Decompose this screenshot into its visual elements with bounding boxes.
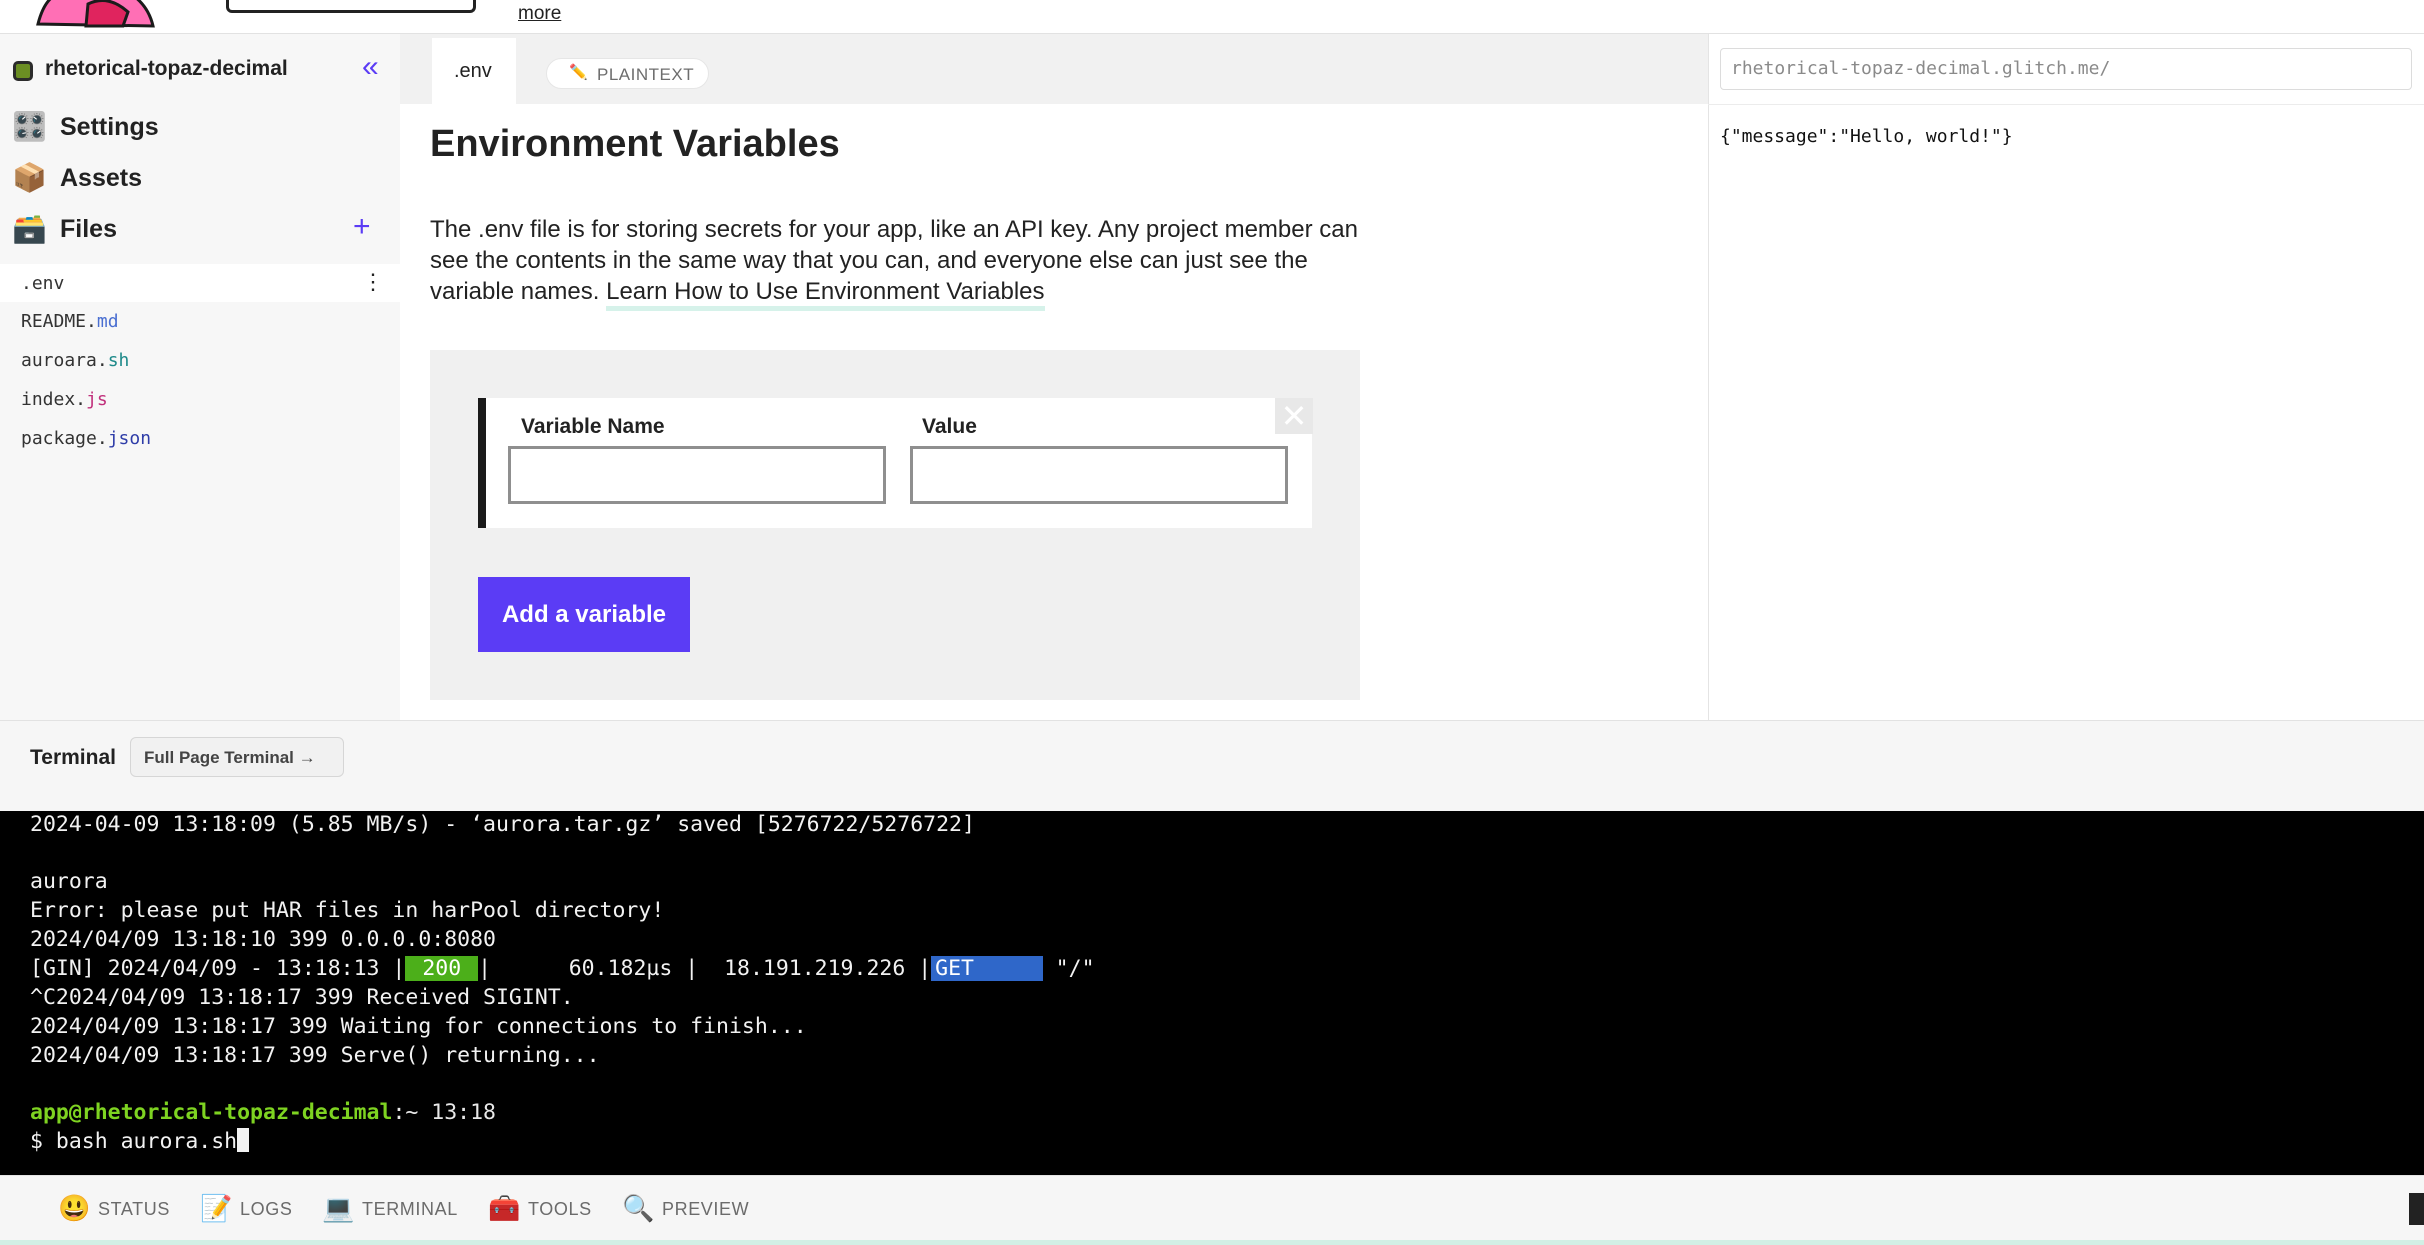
variable-value-input[interactable]	[910, 446, 1288, 504]
file-extension: sh	[107, 350, 130, 371]
gin-prefix: [GIN] 2024/04/09 - 13:18:13 |	[30, 956, 406, 981]
env-description: The .env file is for storing secrets for…	[430, 214, 1370, 311]
prompt-time: :~ 13:18	[392, 1100, 496, 1125]
project-avatar[interactable]	[13, 61, 33, 81]
bottom-item-label: PREVIEW	[662, 1199, 750, 1219]
sidebar-item-label: Assets	[60, 164, 142, 192]
preview-divider	[1708, 104, 2424, 105]
tools-button[interactable]: 🧰 TOOLS	[488, 1189, 598, 1229]
pencil-icon: ✏️	[569, 64, 588, 81]
top-search-input[interactable]	[226, 0, 476, 13]
preview-icon: 🔍	[622, 1193, 655, 1223]
terminal-line: 2024/04/09 13:18:17 399 Serve() returnin…	[30, 1043, 600, 1068]
sidebar-item-label: Files	[60, 215, 117, 243]
add-variable-button[interactable]: Add a variable	[478, 577, 690, 652]
gin-timing: | 60.182µs | 18.191.219.226 |	[478, 956, 932, 981]
terminal-line: 2024/04/09 13:18:10 399 0.0.0.0:8080	[30, 927, 496, 952]
terminal-button[interactable]: 💻 TERMINAL	[322, 1189, 462, 1229]
language-mode-label: PLAINTEXT	[597, 65, 695, 84]
files-icon: 🗃️	[12, 213, 47, 244]
sidebar-item-files[interactable]: 🗃️ Files	[0, 206, 400, 252]
language-mode-button[interactable]: ✏️ PLAINTEXT	[546, 58, 709, 89]
terminal-line: 2024-04-09 13:18:09 (5.85 MB/s) - ‘auror…	[30, 812, 975, 837]
terminal-header	[0, 720, 2424, 811]
terminal-line: ^C2024/04/09 13:18:17 399 Received SIGIN…	[30, 985, 574, 1010]
full-page-terminal-label: Full Page Terminal →	[144, 748, 316, 767]
terminal-cursor	[237, 1128, 250, 1152]
terminal-command: $ bash aurora.sh	[30, 1129, 238, 1154]
terminal-command-line: $ bash aurora.sh	[30, 1128, 250, 1156]
file-extension: js	[86, 389, 108, 410]
terminal-line: 2024/04/09 13:18:17 399 Waiting for conn…	[30, 1014, 807, 1039]
tab-label[interactable]: .env	[454, 60, 492, 83]
sidebar-item-label: Settings	[60, 113, 159, 141]
file-item-readme[interactable]: README.md	[0, 302, 400, 340]
collapse-sidebar-icon[interactable]: «	[362, 50, 379, 84]
bottom-item-label: LOGS	[240, 1199, 293, 1219]
file-item-auroara[interactable]: auroara.sh	[0, 341, 400, 379]
page-title: Environment Variables	[430, 123, 840, 165]
variable-name-label: Variable Name	[521, 415, 665, 438]
preview-url-text: rhetorical-topaz-decimal.glitch.me/	[1731, 58, 2111, 79]
terminal-prompt: app@rhetorical-topaz-decimal:~ 13:18	[30, 1099, 496, 1127]
remove-variable-icon[interactable]: ✕	[1275, 398, 1313, 434]
project-name[interactable]: rhetorical-topaz-decimal	[45, 57, 288, 81]
file-extension: md	[96, 311, 119, 332]
file-name: README.	[21, 311, 97, 332]
learn-env-link[interactable]: Learn How to Use Environment Variables	[606, 278, 1045, 311]
panel-toggle-icon[interactable]	[2409, 1193, 2424, 1225]
glitch-logo-art	[36, 0, 155, 28]
bottom-item-label: TOOLS	[528, 1199, 592, 1219]
more-link[interactable]: more	[518, 3, 561, 25]
logs-icon: 📝	[200, 1193, 233, 1223]
http-method-badge: GET	[931, 956, 1043, 981]
file-name: index.	[21, 389, 87, 410]
status-badge: 200	[405, 956, 479, 981]
status-icon: 😃	[58, 1193, 91, 1223]
terminal-title: Terminal	[30, 746, 116, 769]
bottom-item-label: STATUS	[98, 1199, 170, 1219]
file-options-icon[interactable]: ⋮	[362, 271, 384, 293]
file-item-package[interactable]: package.json	[0, 419, 400, 457]
settings-icon: 🎛️	[12, 111, 47, 142]
file-name: package.	[21, 428, 108, 449]
preview-url-input[interactable]: rhetorical-topaz-decimal.glitch.me/	[1720, 48, 2412, 90]
sidebar-item-settings[interactable]: 🎛️ Settings	[0, 104, 400, 150]
terminal-icon: 💻	[322, 1193, 355, 1223]
sidebar-item-assets[interactable]: 📦 Assets	[0, 155, 400, 201]
variable-value-label: Value	[922, 415, 977, 438]
terminal-line: aurora	[30, 869, 108, 894]
terminal-output[interactable]: 2024-04-09 13:18:09 (5.85 MB/s) - ‘auror…	[0, 811, 2424, 1175]
add-file-icon[interactable]: +	[353, 210, 371, 244]
full-page-terminal-button[interactable]: Full Page Terminal →	[130, 737, 344, 777]
bottom-item-label: TERMINAL	[362, 1199, 458, 1219]
file-item-env[interactable]: .env	[0, 264, 400, 302]
gin-path: "/"	[1042, 956, 1095, 981]
tools-icon: 🧰	[488, 1193, 521, 1223]
status-button[interactable]: 😃 STATUS	[58, 1189, 178, 1229]
variable-name-input[interactable]	[508, 446, 886, 504]
preview-button[interactable]: 🔍 PREVIEW	[622, 1189, 752, 1229]
logs-button[interactable]: 📝 LOGS	[200, 1189, 300, 1229]
file-item-index[interactable]: index.js	[0, 380, 400, 418]
file-name: auroara.	[21, 350, 108, 371]
terminal-line-gin: [GIN] 2024/04/09 - 13:18:13 | 200 | 60.1…	[30, 955, 1095, 983]
file-extension: json	[107, 428, 152, 449]
preview-response-body: {"message":"Hello, world!"}	[1720, 126, 2013, 147]
terminal-line: Error: please put HAR files in harPool d…	[30, 898, 665, 923]
file-name: .env	[21, 273, 65, 294]
assets-icon: 📦	[12, 162, 47, 193]
bottom-accent-line	[0, 1240, 2424, 1245]
prompt-user: app@rhetorical-topaz-decimal	[30, 1100, 393, 1125]
